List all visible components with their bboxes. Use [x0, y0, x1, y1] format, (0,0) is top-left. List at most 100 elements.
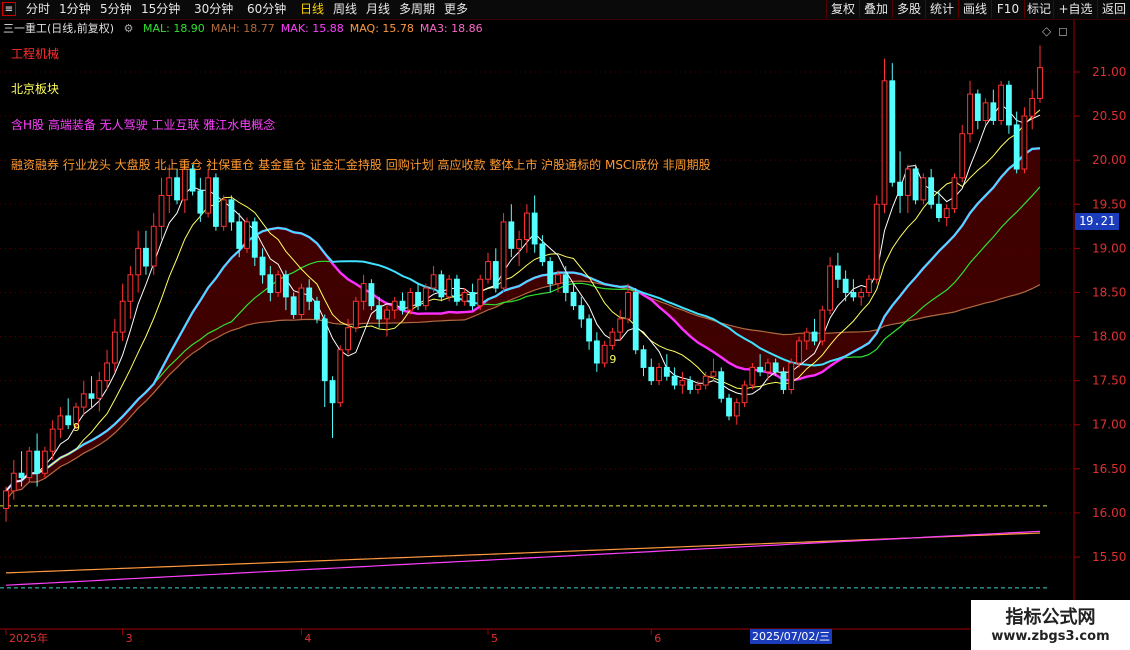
candle-body	[904, 168, 911, 196]
indicator-legend: 三一重工(日线,前复权) ⚙ MAL: 18.90 MAH: 18.77 MAK: …	[3, 21, 495, 37]
candle-body	[982, 102, 989, 122]
candle-body	[251, 221, 258, 258]
candle-body	[951, 177, 958, 210]
candle-body	[539, 243, 546, 263]
candle-body	[337, 349, 344, 404]
candle-body	[376, 305, 383, 320]
y-tick-label: 21.00	[1092, 65, 1126, 79]
diamond-icon[interactable]: ◇	[1042, 24, 1052, 38]
candle-body	[314, 300, 320, 320]
period-tab-3[interactable]: 15分钟	[141, 1, 180, 18]
candle-body	[485, 261, 491, 280]
concept-tags[interactable]: 含H股 高端装备 无人驾驶 工业互联 雅江水电概念	[11, 116, 275, 133]
candle-body	[617, 318, 624, 333]
toolbar-button-1[interactable]: 叠加	[859, 0, 892, 18]
candle-body	[827, 265, 834, 311]
period-tab-10[interactable]: 更多	[444, 1, 468, 18]
candle-body	[718, 371, 725, 399]
candle-body	[562, 274, 569, 293]
candle-body	[477, 278, 484, 307]
period-tab-4[interactable]: 30分钟	[194, 1, 233, 18]
candle-body	[492, 261, 499, 289]
candle-body	[267, 274, 274, 293]
candle-body	[889, 80, 896, 183]
candle-body	[702, 375, 709, 386]
candle-body	[407, 291, 414, 311]
period-tab-5[interactable]: 60分钟	[247, 1, 286, 18]
legend-item-0: MAL: 18.90	[142, 22, 205, 35]
candle-body	[943, 208, 950, 219]
current-price-tag: 19.21	[1075, 213, 1119, 230]
candle-body	[733, 402, 740, 417]
toolbar-button-4[interactable]: 画线	[958, 0, 991, 18]
y-tick-label: 19.50	[1092, 197, 1126, 211]
candle-body	[415, 291, 421, 307]
candle-body	[298, 287, 305, 315]
legend-item-2: MAK: 15.88	[280, 22, 344, 35]
candle-body	[384, 309, 390, 320]
style-tags[interactable]: 融资融券 行业龙头 大盘股 北上重仓 社保重仓 基金重仓 证金汇金持股 回购计划…	[11, 156, 711, 173]
candle-body	[928, 177, 935, 205]
candle-body	[695, 384, 701, 390]
candle-body	[469, 291, 476, 307]
candle-body	[119, 300, 126, 333]
candle-body	[18, 472, 25, 479]
candle-body	[446, 278, 453, 298]
candle-body	[803, 331, 810, 342]
candle-body	[974, 93, 981, 122]
candle-body	[228, 199, 235, 223]
y-tick-label: 16.50	[1092, 462, 1126, 476]
x-tick-label: 4	[304, 632, 311, 645]
y-tick-label: 20.00	[1092, 153, 1126, 167]
candle-body	[508, 221, 515, 249]
candle-body	[10, 472, 17, 492]
toolbar-button-2[interactable]: 多股	[892, 0, 925, 18]
period-tab-8[interactable]: 月线	[366, 1, 390, 18]
candle-body	[842, 278, 849, 293]
watermark-url: www.zbgs3.com	[991, 629, 1110, 644]
period-tab-2[interactable]: 5分钟	[100, 1, 132, 18]
toolbar-button-6[interactable]: 标记	[1024, 0, 1053, 18]
candle-body	[454, 278, 460, 302]
menu-icon[interactable]: ≡	[2, 2, 16, 16]
signal-marker: 9	[609, 353, 616, 366]
candlestick-chart[interactable]: 21.00 20.50 20.00 19.50 19.00 18.50 18.00 17.50…	[0, 20, 1130, 650]
period-tab-1[interactable]: 1分钟	[59, 1, 91, 18]
settings-icon[interactable]: ⚙	[124, 22, 134, 35]
candle-body	[111, 331, 118, 364]
candle-body	[609, 331, 616, 346]
period-tab-7[interactable]: 周线	[333, 1, 357, 18]
x-tick-label: 6	[654, 632, 661, 645]
window-icon[interactable]: ◻	[1058, 24, 1068, 38]
toolbar-button-3[interactable]: 统计	[925, 0, 958, 18]
candle-body	[65, 415, 72, 426]
industry-tag[interactable]: 工程机械	[11, 45, 59, 62]
candle-body	[1029, 97, 1036, 117]
period-tab-6[interactable]: 日线	[300, 1, 324, 18]
toolbar-button-0[interactable]: 复权	[826, 0, 859, 18]
region-tag[interactable]: 北京板块	[11, 80, 59, 97]
period-tab-9[interactable]: 多周期	[399, 1, 435, 18]
toolbar-button-5[interactable]: F10	[991, 0, 1024, 18]
candle-body	[158, 194, 165, 227]
candle-body	[174, 177, 180, 201]
candle-body	[547, 261, 554, 285]
candle-body	[570, 291, 577, 307]
chart-title: 三一重工(日线,前复权)	[3, 22, 115, 35]
candle-body	[143, 247, 149, 267]
candle-body	[679, 380, 686, 386]
candle-body	[796, 340, 802, 364]
candle-body	[811, 331, 818, 342]
candle-body	[593, 340, 600, 364]
candle-body	[96, 380, 103, 399]
candle-body	[757, 366, 764, 373]
toolbar-button-7[interactable]: +自选	[1053, 0, 1097, 18]
candle-body	[399, 300, 406, 311]
candle-body	[578, 305, 585, 320]
candle-body	[104, 362, 110, 382]
toolbar-button-8[interactable]: 返回	[1097, 0, 1130, 18]
candle-body	[166, 177, 173, 196]
period-tab-0[interactable]: 分时	[26, 1, 50, 18]
candle-body	[586, 318, 592, 342]
candle-body	[920, 177, 927, 201]
